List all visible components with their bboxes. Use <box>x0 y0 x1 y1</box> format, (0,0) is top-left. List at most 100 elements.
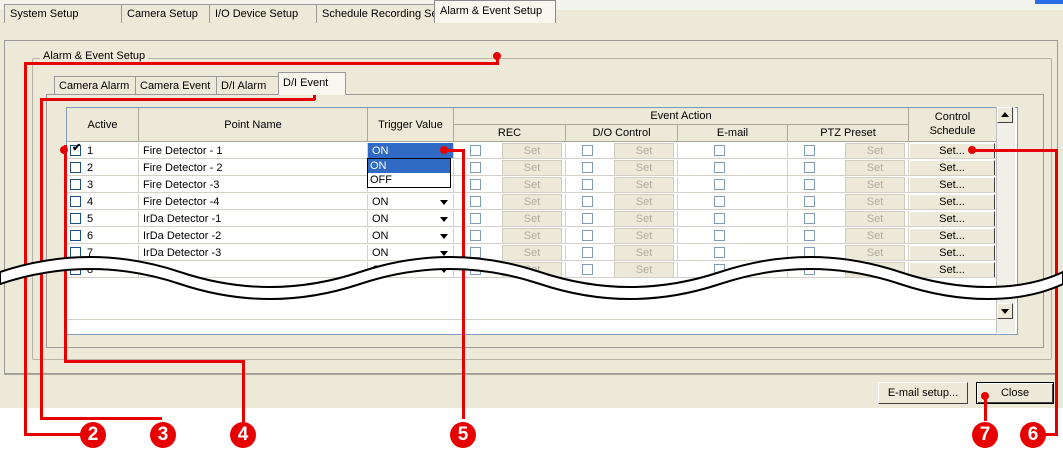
do-control-set-button[interactable]: Set <box>614 211 674 226</box>
table-row[interactable]: 2 Fire Detector - 2 Set Set Set Set... <box>67 160 997 177</box>
point-name-cell[interactable]: Fire Detector - 2 <box>139 160 368 176</box>
trigger-value-select[interactable]: ON <box>368 211 454 227</box>
do-control-set-button[interactable]: Set <box>614 194 674 209</box>
point-name-cell[interactable]: Fire Detector -3 <box>139 177 368 193</box>
grid-line <box>67 319 997 320</box>
tab-io-device-setup[interactable]: I/O Device Setup <box>209 4 317 23</box>
email-checkbox[interactable] <box>714 196 725 207</box>
point-name-cell[interactable]: IrDa Detector -2 <box>139 228 368 244</box>
rec-checkbox[interactable] <box>470 179 481 190</box>
active-checkbox[interactable] <box>70 179 81 190</box>
table-row[interactable]: 5 IrDa Detector -1 ON Set Set Set Set... <box>67 211 997 228</box>
email-checkbox[interactable] <box>714 179 725 190</box>
control-schedule-set-button[interactable]: Set... <box>909 177 995 192</box>
header-email[interactable]: E-mail <box>678 125 788 142</box>
ptz-preset-set-button[interactable]: Set <box>845 177 905 192</box>
active-checkbox[interactable] <box>70 213 81 224</box>
active-checkbox[interactable] <box>70 230 81 241</box>
do-control-set-button[interactable]: Set <box>614 160 674 175</box>
point-name-cell[interactable]: Fire Detector -4 <box>139 194 368 210</box>
header-trigger-value[interactable]: Trigger Value <box>368 108 454 142</box>
do-control-checkbox[interactable] <box>582 162 593 173</box>
do-control-checkbox[interactable] <box>582 145 593 156</box>
do-control-set-button[interactable]: Set <box>614 228 674 243</box>
rec-set-button[interactable]: Set <box>502 211 562 226</box>
rec-set-button[interactable]: Set <box>502 160 562 175</box>
ptz-preset-checkbox[interactable] <box>804 213 815 224</box>
header-point-name[interactable]: Point Name <box>139 108 368 142</box>
header-control-schedule[interactable]: Control Schedule <box>909 108 997 142</box>
do-control-checkbox[interactable] <box>582 213 593 224</box>
subtab-camera-event[interactable]: Camera Event <box>135 76 219 95</box>
active-cell: 5 <box>67 211 139 227</box>
do-control-checkbox[interactable] <box>582 196 593 207</box>
ptz-preset-checkbox[interactable] <box>804 162 815 173</box>
header-active[interactable]: Active <box>67 108 139 142</box>
ptz-preset-checkbox[interactable] <box>804 179 815 190</box>
header-event-action[interactable]: Event Action <box>454 108 909 125</box>
tab-alarm-event-setup[interactable]: Alarm & Event Setup <box>434 0 556 23</box>
chevron-down-icon[interactable] <box>440 200 448 205</box>
rec-set-button[interactable]: Set <box>502 194 562 209</box>
rec-checkbox[interactable] <box>470 213 481 224</box>
point-name-cell[interactable]: Fire Detector - 1 <box>139 143 368 159</box>
active-checkbox[interactable] <box>70 196 81 207</box>
point-name-cell[interactable]: IrDa Detector -1 <box>139 211 368 227</box>
scroll-down-button[interactable] <box>997 303 1013 319</box>
control-schedule-set-button[interactable]: Set... <box>909 211 995 226</box>
header-ptz-preset[interactable]: PTZ Preset <box>788 125 909 142</box>
chevron-down-icon[interactable] <box>440 234 448 239</box>
email-cell <box>678 194 788 210</box>
email-checkbox[interactable] <box>714 162 725 173</box>
ptz-preset-set-button[interactable]: Set <box>845 143 905 158</box>
rec-checkbox[interactable] <box>470 145 481 156</box>
active-checkbox[interactable]: ✔ <box>70 143 81 156</box>
header-rec[interactable]: REC <box>454 125 566 142</box>
ptz-preset-set-button[interactable]: Set <box>845 160 905 175</box>
ptz-preset-checkbox[interactable] <box>804 196 815 207</box>
do-control-checkbox[interactable] <box>582 179 593 190</box>
ptz-preset-set-button[interactable]: Set <box>845 194 905 209</box>
rec-set-button[interactable]: Set <box>502 177 562 192</box>
tab-system-setup[interactable]: System Setup <box>4 4 122 23</box>
arrow-down-icon <box>1001 309 1009 314</box>
do-control-set-button[interactable]: Set <box>614 177 674 192</box>
trigger-value-select[interactable]: ON <box>368 228 454 244</box>
subtab-di-alarm[interactable]: D/I Alarm <box>216 76 281 95</box>
rec-checkbox[interactable] <box>470 230 481 241</box>
trigger-value-dropdown-list[interactable]: ON OFF <box>367 158 451 188</box>
do-control-checkbox[interactable] <box>582 230 593 241</box>
email-checkbox[interactable] <box>714 213 725 224</box>
rec-set-button[interactable]: Set <box>502 143 562 158</box>
scroll-up-button[interactable] <box>997 107 1013 123</box>
control-schedule-set-button[interactable]: Set... <box>909 194 995 209</box>
ptz-preset-set-button[interactable]: Set <box>845 228 905 243</box>
control-schedule-set-button[interactable]: Set... <box>909 160 995 175</box>
rec-checkbox[interactable] <box>470 196 481 207</box>
table-row[interactable]: 6 IrDa Detector -2 ON Set Set Set Set... <box>67 228 997 245</box>
subtab-di-event[interactable]: D/I Event <box>278 72 346 95</box>
rec-set-button[interactable]: Set <box>502 228 562 243</box>
active-cell: 2 <box>67 160 139 176</box>
header-do-control[interactable]: D/O Control <box>566 125 678 142</box>
tab-camera-setup[interactable]: Camera Setup <box>121 4 210 23</box>
email-checkbox[interactable] <box>714 230 725 241</box>
chevron-down-icon[interactable] <box>440 217 448 222</box>
ptz-preset-set-button[interactable]: Set <box>845 211 905 226</box>
trigger-value-select[interactable]: ON <box>368 194 454 210</box>
rec-checkbox[interactable] <box>470 162 481 173</box>
dropdown-option-on[interactable]: ON <box>368 159 450 173</box>
table-row[interactable]: ✔ 1 Fire Detector - 1 ON Set Set Set Set... <box>67 143 997 160</box>
email-setup-button[interactable]: E-mail setup... <box>878 382 968 404</box>
email-checkbox[interactable] <box>714 145 725 156</box>
ptz-preset-checkbox[interactable] <box>804 230 815 241</box>
active-checkbox[interactable] <box>70 162 81 173</box>
ptz-preset-checkbox[interactable] <box>804 145 815 156</box>
ptz-preset-cell: Set <box>788 160 909 176</box>
table-row[interactable]: 3 Fire Detector -3 Set Set Set Set... <box>67 177 997 194</box>
subtab-camera-alarm[interactable]: Camera Alarm <box>54 76 139 95</box>
table-row[interactable]: 4 Fire Detector -4 ON Set Set Set Set... <box>67 194 997 211</box>
do-control-set-button[interactable]: Set <box>614 143 674 158</box>
dropdown-option-off[interactable]: OFF <box>368 173 450 187</box>
control-schedule-set-button[interactable]: Set... <box>909 228 995 243</box>
